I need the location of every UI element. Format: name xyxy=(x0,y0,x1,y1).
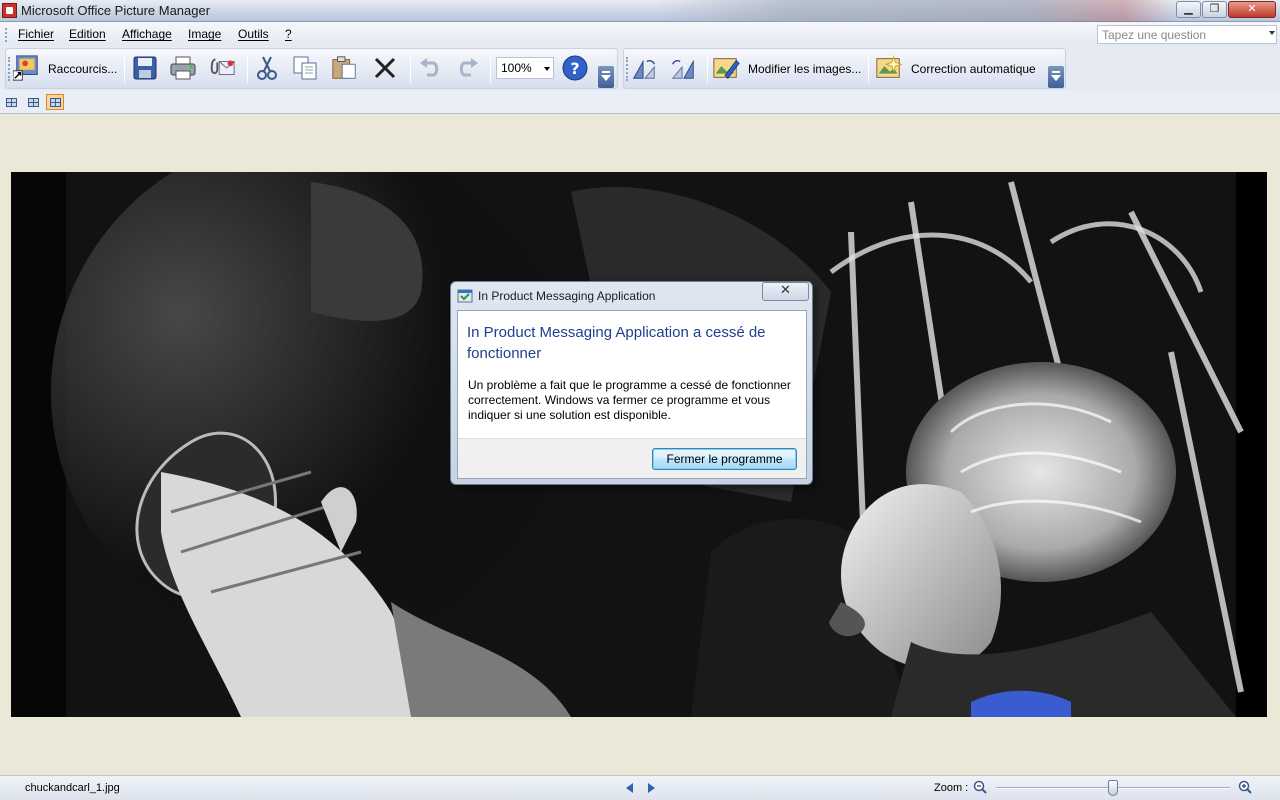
zoom-select-value: 100% xyxy=(501,61,532,75)
thumbnail-view-icon xyxy=(6,98,17,107)
help-icon[interactable]: ? xyxy=(561,54,589,82)
previous-picture-icon[interactable] xyxy=(626,783,633,793)
zoom-out-icon[interactable] xyxy=(973,780,987,794)
edit-pictures-label[interactable]: Modifier les images... xyxy=(748,62,861,76)
zoom-slider-thumb[interactable] xyxy=(1108,780,1118,796)
zoom-in-icon[interactable] xyxy=(1238,780,1252,794)
svg-text:?: ? xyxy=(570,59,579,78)
toolbar-separator xyxy=(410,55,411,83)
title-bar-decoration xyxy=(656,0,1176,22)
menu-outils[interactable]: Outils xyxy=(238,27,269,41)
next-picture-icon[interactable] xyxy=(648,783,655,793)
filmstrip-view-button[interactable] xyxy=(24,94,42,110)
delete-icon[interactable] xyxy=(371,54,399,82)
dialog-content-text: Un problème a fait que le programme a ce… xyxy=(468,378,791,422)
zoom-select[interactable]: 100% xyxy=(496,57,554,79)
chevron-down-icon[interactable] xyxy=(544,67,550,71)
dialog-title: In Product Messaging Application xyxy=(478,289,656,303)
minimize-button[interactable]: ▁ xyxy=(1176,1,1201,18)
status-bar: chuckandcarl_1.jpg Zoom : xyxy=(0,775,1280,800)
application-icon xyxy=(457,288,473,304)
shortcuts-label[interactable]: Raccourcis... xyxy=(48,62,117,76)
auto-correct-icon[interactable] xyxy=(875,54,903,82)
close-window-button[interactable]: ✕ xyxy=(1228,1,1276,18)
toolbar-options-button[interactable] xyxy=(1048,66,1064,88)
dialog-body: In Product Messaging Application a cessé… xyxy=(457,310,807,479)
menu-image[interactable]: Image xyxy=(188,27,221,41)
question-input[interactable]: Tapez une question xyxy=(1097,25,1277,44)
app-icon[interactable] xyxy=(2,3,17,18)
cut-icon[interactable] xyxy=(253,54,281,82)
maximize-button[interactable]: ❐ xyxy=(1202,1,1227,18)
menu-affichage[interactable]: Affichage xyxy=(122,27,172,41)
print-icon[interactable] xyxy=(169,54,197,82)
toolbar-separator xyxy=(247,55,248,83)
menu-grip[interactable] xyxy=(5,28,8,42)
toolbar-options-button[interactable] xyxy=(598,66,614,88)
menu-help[interactable]: ? xyxy=(285,27,292,41)
menu-fichier[interactable]: Fichier xyxy=(18,27,54,41)
toolbar-separator xyxy=(490,55,491,83)
copy-icon[interactable] xyxy=(292,54,320,82)
save-icon[interactable] xyxy=(131,54,159,82)
chevron-down-icon[interactable] xyxy=(1269,31,1275,35)
window-title: Microsoft Office Picture Manager xyxy=(21,3,211,18)
close-program-button[interactable]: Fermer le programme xyxy=(652,448,797,470)
title-bar: Microsoft Office Picture Manager ▁ ❐ ✕ xyxy=(0,0,1280,22)
undo-icon[interactable] xyxy=(416,54,444,82)
menu-bar: Fichier Edition Affichage Image Outils ? xyxy=(0,22,1280,46)
menu-edition[interactable]: Edition xyxy=(69,27,106,41)
rotate-right-icon[interactable] xyxy=(669,54,697,82)
single-picture-view-button[interactable] xyxy=(46,94,64,110)
error-dialog: In Product Messaging Application ✕ In Pr… xyxy=(450,281,813,485)
thumbnail-view-button[interactable] xyxy=(2,94,20,110)
rotate-left-icon[interactable] xyxy=(630,54,658,82)
dialog-footer: Fermer le programme xyxy=(458,438,806,478)
filmstrip-view-icon xyxy=(28,98,39,107)
edit-pictures-icon[interactable] xyxy=(712,54,740,82)
zoom-label: Zoom : xyxy=(934,782,969,794)
question-placeholder: Tapez une question xyxy=(1102,28,1207,42)
redo-icon[interactable] xyxy=(454,54,482,82)
dialog-close-button[interactable]: ✕ xyxy=(762,282,809,301)
toolbar-separator xyxy=(707,55,708,83)
auto-correct-label[interactable]: Correction automatique xyxy=(911,62,1036,76)
toolbar-separator xyxy=(124,55,125,83)
dialog-main-instruction: In Product Messaging Application a cessé… xyxy=(467,324,766,362)
view-mode-bar xyxy=(0,90,1280,114)
toolbar-grip[interactable] xyxy=(626,57,629,81)
shortcuts-icon[interactable] xyxy=(13,54,41,82)
single-picture-view-icon xyxy=(50,98,61,107)
paste-icon[interactable] xyxy=(331,54,359,82)
status-filename: chuckandcarl_1.jpg xyxy=(25,782,120,794)
email-attach-icon[interactable] xyxy=(208,54,236,82)
toolbar-grip[interactable] xyxy=(8,57,11,81)
toolbar-separator xyxy=(868,55,869,83)
